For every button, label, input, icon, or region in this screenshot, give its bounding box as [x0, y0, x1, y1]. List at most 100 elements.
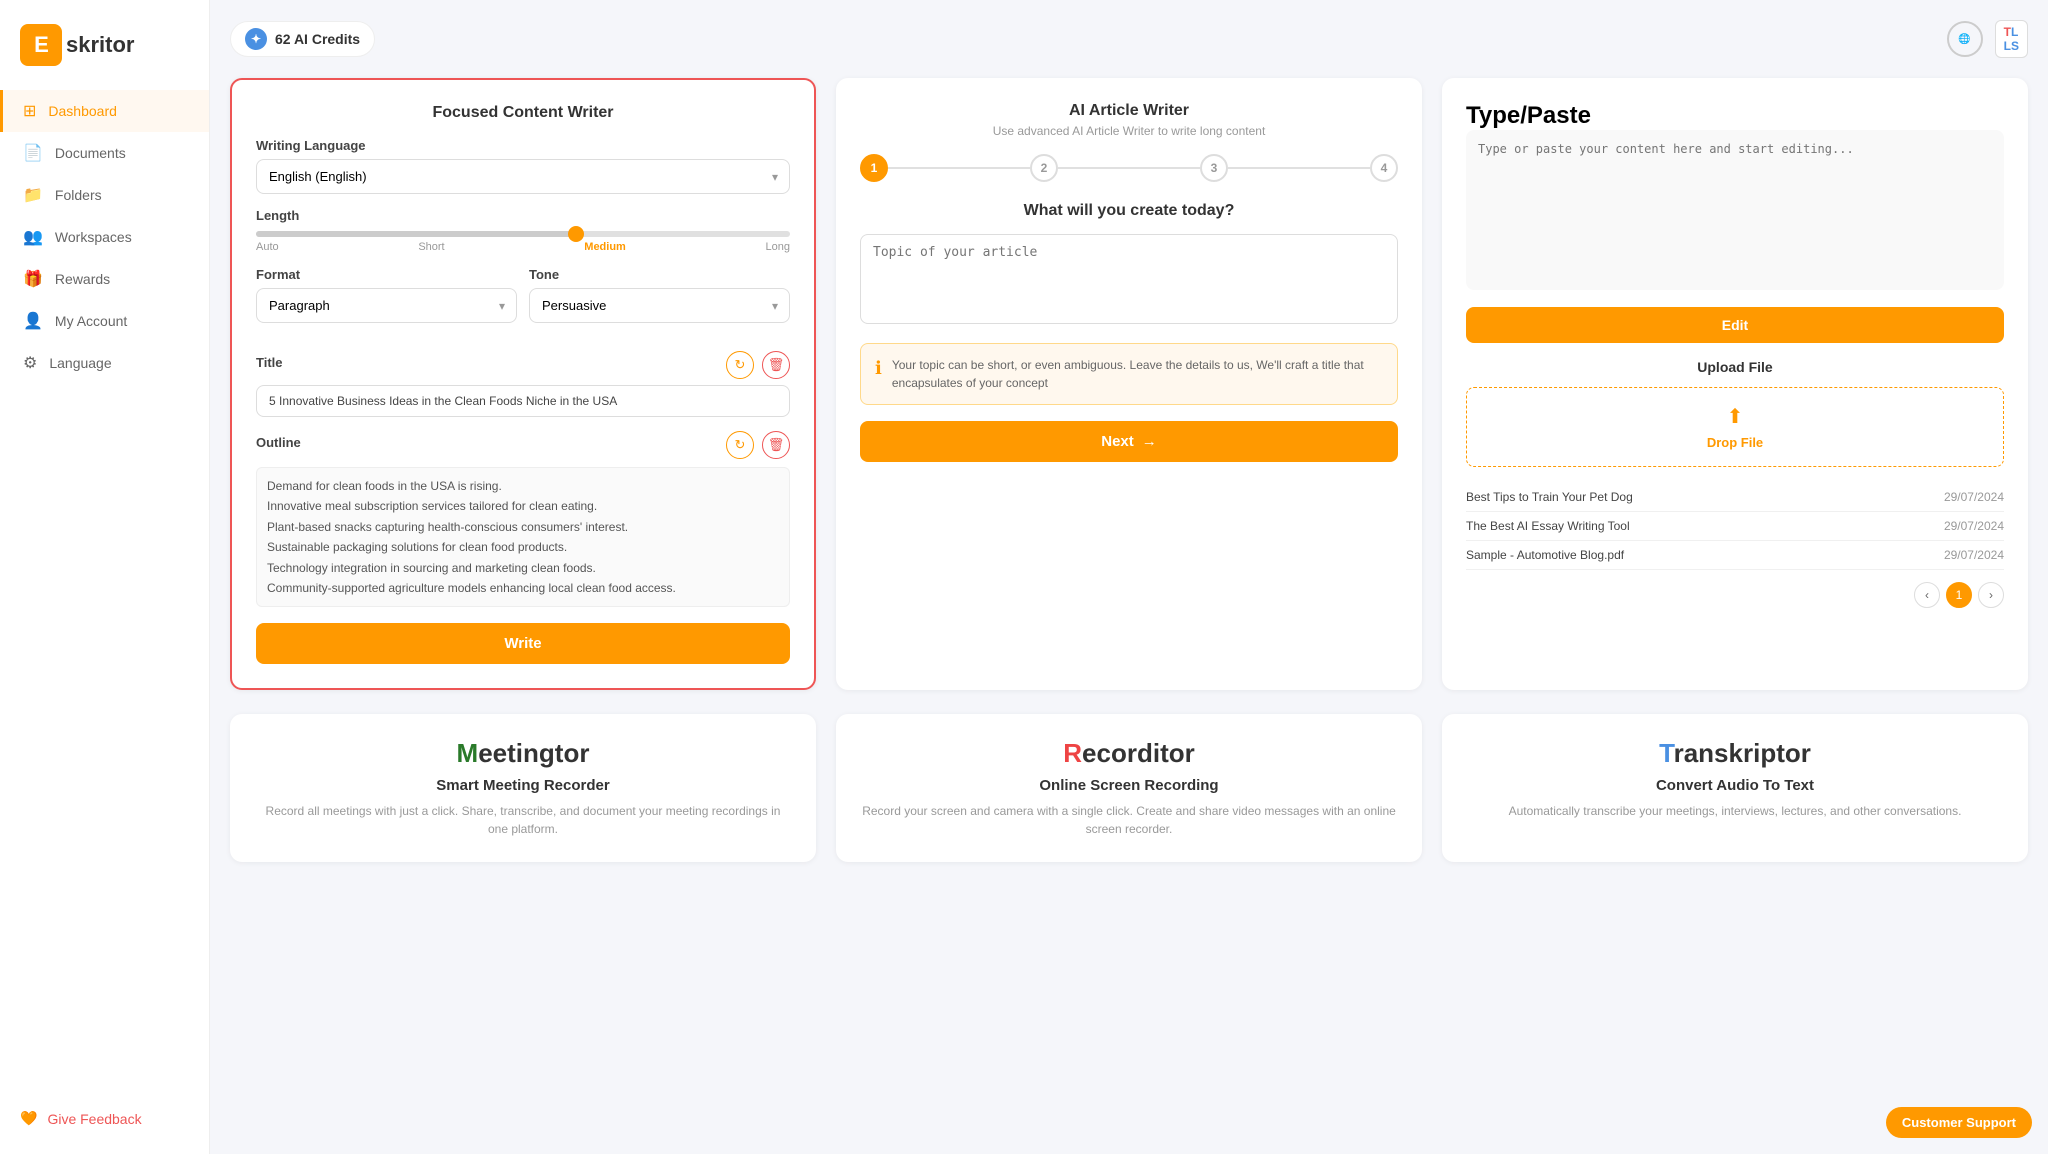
cards-row: → Focused Content Writer Writing Languag… — [230, 78, 2028, 690]
title-header: Title ↻ 🗑 — [256, 351, 790, 379]
format-tone-row: Format Paragraph List ▾ Tone Persuasive — [256, 267, 790, 337]
topic-textarea[interactable] — [860, 234, 1398, 324]
outline-item: Demand for clean foods in the USA is ris… — [267, 476, 779, 496]
file-name: Best Tips to Train Your Pet Dog — [1466, 490, 1633, 504]
format-select[interactable]: Paragraph List — [256, 288, 517, 323]
file-date: 29/07/2024 — [1944, 548, 2004, 562]
tl-s: S — [2011, 39, 2019, 53]
file-date: 29/07/2024 — [1944, 490, 2004, 504]
outline-item: Community-supported agriculture models e… — [267, 578, 779, 598]
slider-fill — [256, 231, 576, 237]
rewards-icon: 🎁 — [23, 269, 43, 289]
nav-label-my-account: My Account — [55, 313, 127, 329]
next-arrow-icon: → — [1142, 433, 1157, 450]
next-label: Next — [1101, 433, 1134, 450]
focused-content-writer-card: → Focused Content Writer Writing Languag… — [230, 78, 816, 690]
recent-file-row[interactable]: Sample - Automotive Blog.pdf 29/07/2024 — [1466, 541, 2004, 570]
writing-language-select[interactable]: English (English) Spanish French — [256, 159, 790, 194]
step-line-3-4 — [1228, 167, 1370, 169]
type-paste-title: Type/Paste — [1466, 102, 2004, 130]
pagination-row: ‹ 1 › — [1466, 582, 2004, 608]
sidebar: E skritor ⊞ Dashboard 📄 Documents 📁 Fold… — [0, 0, 210, 1154]
length-section: Length Auto Short Medium Long — [256, 208, 790, 253]
workspaces-icon: 👥 — [23, 227, 43, 247]
type-paste-textarea[interactable] — [1466, 130, 2004, 290]
info-text: Your topic can be short, or even ambiguo… — [892, 356, 1383, 392]
drop-label: Drop File — [1707, 435, 1763, 450]
meetingtor-desc: Record all meetings with just a click. S… — [254, 802, 792, 838]
title-delete-button[interactable]: 🗑 — [762, 351, 790, 379]
tl-l: L — [2011, 25, 2018, 39]
tone-group: Tone Persuasive Formal Casual ▾ — [529, 267, 790, 337]
title-actions: ↻ 🗑 — [726, 351, 790, 379]
folders-icon: 📁 — [23, 185, 43, 205]
nav-item-rewards[interactable]: 🎁 Rewards — [0, 258, 209, 300]
next-page-button[interactable]: › — [1978, 582, 2004, 608]
credits-label: 62 AI Credits — [275, 31, 360, 47]
main-content: ✦ 62 AI Credits 🌐 TL LS → Focused Conten… — [210, 0, 2048, 1154]
language-button[interactable]: 🌐 — [1947, 21, 1983, 57]
prev-page-button[interactable]: ‹ — [1914, 582, 1940, 608]
length-slider[interactable] — [256, 231, 790, 237]
logo-text: skritor — [66, 32, 134, 58]
give-feedback-label: Give Feedback — [47, 1111, 141, 1127]
outline-list: Demand for clean foods in the USA is ris… — [256, 467, 790, 607]
slider-thumb[interactable] — [568, 226, 584, 242]
edit-button[interactable]: Edit — [1466, 307, 2004, 343]
transkriptor-logo: Transkriptor — [1466, 738, 2004, 769]
write-button[interactable]: Write — [256, 623, 790, 664]
ai-subtitle: Use advanced AI Article Writer to write … — [860, 124, 1398, 138]
customer-support-button[interactable]: Customer Support — [1886, 1107, 2032, 1138]
outline-item: Technology integration in sourcing and m… — [267, 558, 779, 578]
bottom-apps-row: Meetingtor Smart Meeting Recorder Record… — [230, 714, 2028, 862]
outline-refresh-button[interactable]: ↻ — [726, 431, 754, 459]
type-paste-card: Type/Paste Edit Upload File ⬆ Drop File … — [1442, 78, 2028, 690]
nav-item-documents[interactable]: 📄 Documents — [0, 132, 209, 174]
nav-label-documents: Documents — [55, 145, 126, 161]
length-short: Short — [418, 241, 444, 253]
info-icon: ℹ — [875, 358, 882, 392]
recorditor-name: Online Screen Recording — [860, 777, 1398, 794]
length-labels: Auto Short Medium Long — [256, 241, 790, 253]
recorditor-card: Recorditor Online Screen Recording Recor… — [836, 714, 1422, 862]
title-refresh-button[interactable]: ↻ — [726, 351, 754, 379]
upload-title: Upload File — [1466, 359, 2004, 375]
recorditor-logo: Recorditor — [860, 738, 1398, 769]
recent-file-row[interactable]: Best Tips to Train Your Pet Dog 29/07/20… — [1466, 483, 2004, 512]
upload-section: Upload File ⬆ Drop File Best Tips to Tra… — [1466, 359, 2004, 608]
tl-t: T — [2004, 25, 2011, 39]
length-auto: Auto — [256, 241, 279, 253]
nav-item-workspaces[interactable]: 👥 Workspaces — [0, 216, 209, 258]
step-line-1-2 — [888, 167, 1030, 169]
file-date: 29/07/2024 — [1944, 519, 2004, 533]
ai-question: What will you create today? — [860, 202, 1398, 220]
language-icon: ⚙ — [23, 353, 37, 373]
nav-label-language: Language — [49, 355, 111, 371]
next-button[interactable]: Next → — [860, 421, 1398, 462]
ai-title: AI Article Writer — [860, 102, 1398, 120]
nav-item-folders[interactable]: 📁 Folders — [0, 174, 209, 216]
upload-icon: ⬆ — [1727, 404, 1744, 429]
tone-select[interactable]: Persuasive Formal Casual — [529, 288, 790, 323]
credits-icon: ✦ — [245, 28, 267, 50]
step-3: 3 — [1200, 154, 1228, 182]
outline-actions: ↻ 🗑 — [726, 431, 790, 459]
title-input[interactable] — [256, 385, 790, 417]
step-1: 1 — [860, 154, 888, 182]
nav-label-rewards: Rewards — [55, 271, 110, 287]
steps-row: 1 2 3 4 — [860, 154, 1398, 182]
file-name: Sample - Automotive Blog.pdf — [1466, 548, 1624, 562]
recent-file-row[interactable]: The Best AI Essay Writing Tool 29/07/202… — [1466, 512, 2004, 541]
writing-language-wrapper: English (English) Spanish French ▾ — [256, 159, 790, 194]
dashboard-icon: ⊞ — [23, 101, 36, 121]
nav-item-language[interactable]: ⚙ Language — [0, 342, 209, 384]
nav-item-my-account[interactable]: 👤 My Account — [0, 300, 209, 342]
outline-header: Outline ↻ 🗑 — [256, 431, 790, 459]
give-feedback-button[interactable]: 🧡 Give Feedback — [0, 1099, 209, 1138]
credits-badge: ✦ 62 AI Credits — [230, 21, 375, 57]
current-page-button[interactable]: 1 — [1946, 582, 1972, 608]
drop-area[interactable]: ⬆ Drop File — [1466, 387, 2004, 467]
step-4: 4 — [1370, 154, 1398, 182]
nav-item-dashboard[interactable]: ⊞ Dashboard — [0, 90, 209, 132]
outline-delete-button[interactable]: 🗑 — [762, 431, 790, 459]
